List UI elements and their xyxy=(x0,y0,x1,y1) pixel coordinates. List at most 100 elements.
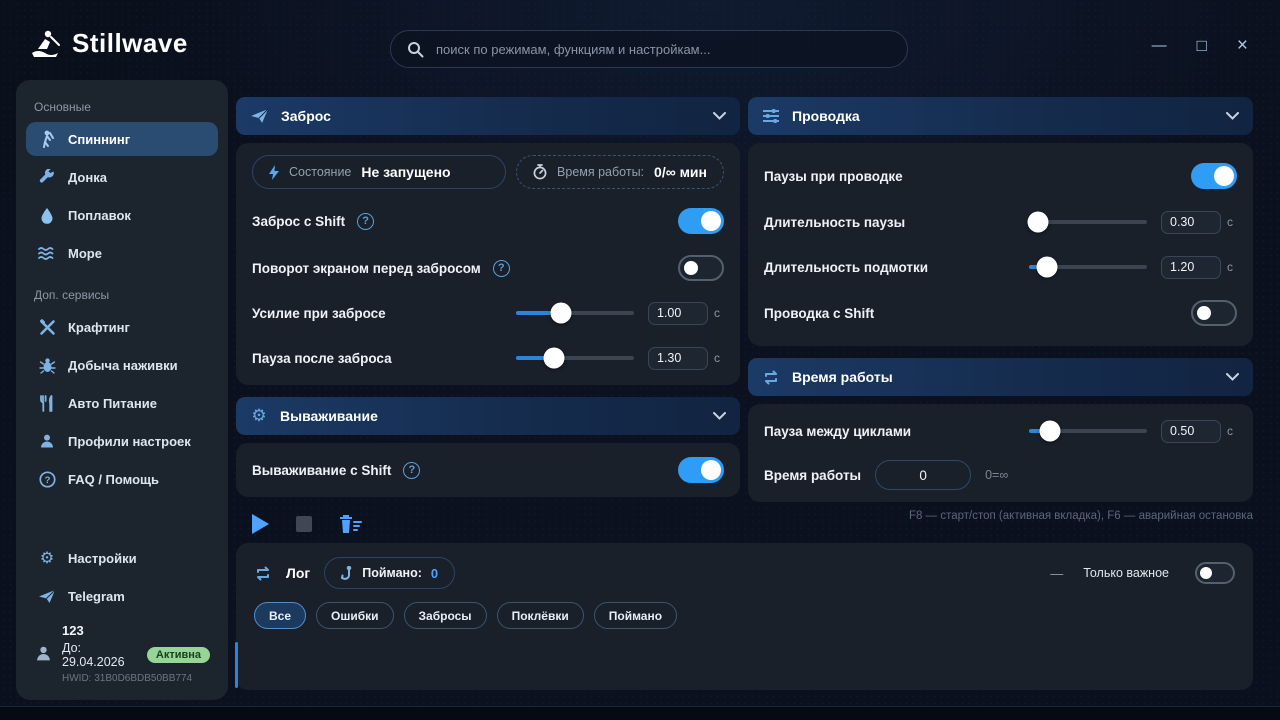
runtime-hint: 0=∞ xyxy=(985,468,1008,482)
log-filter-errors[interactable]: Ошибки xyxy=(316,602,394,629)
svg-text:?: ? xyxy=(44,475,50,486)
retrieve-panel-header[interactable]: ⚙ Вываживание xyxy=(236,397,740,435)
sidebar-item-float[interactable]: Поплавок xyxy=(26,198,218,232)
sidebar-item-label: Море xyxy=(68,246,102,261)
account-status-badge: Активна xyxy=(147,647,210,663)
caught-count: 0 xyxy=(431,566,438,581)
uptime-value: 0/∞ мин xyxy=(654,164,707,180)
cast-power-slider[interactable] xyxy=(516,311,634,315)
sidebar-section-main: Основные xyxy=(34,100,210,114)
status-pill: Состояние Не запущено xyxy=(252,155,506,189)
lure-reel-len-label: Длительность подмотки xyxy=(764,260,928,275)
log-filter-casts[interactable]: Забросы xyxy=(404,602,487,629)
sidebar-item-label: Крафтинг xyxy=(68,320,130,335)
runtime-label: Время работы xyxy=(764,468,861,483)
chevron-down-icon[interactable] xyxy=(1226,112,1239,120)
runtime-input[interactable]: 0 xyxy=(875,460,971,490)
sidebar-item-label: Спиннинг xyxy=(68,132,130,147)
lure-pauses-label: Паузы при проводке xyxy=(764,169,903,184)
sidebar-item-label: Донка xyxy=(68,170,107,185)
cast-power-label: Усилие при забросе xyxy=(252,306,386,321)
sidebar-item-faq[interactable]: ? FAQ / Помощь xyxy=(26,462,218,496)
cast-panel-header[interactable]: Заброс xyxy=(236,97,740,135)
account-username: 123 xyxy=(62,623,210,638)
sidebar-item-bait[interactable]: Добыча наживки xyxy=(26,348,218,382)
caught-label: Поймано: xyxy=(362,566,422,580)
cast-rotate-toggle[interactable] xyxy=(678,255,724,281)
sidebar-item-autofood[interactable]: Авто Питание xyxy=(26,386,218,420)
cycle-pause-input[interactable]: 0.50 xyxy=(1161,420,1221,443)
status-label: Состояние xyxy=(289,165,351,179)
sidebar-item-telegram[interactable]: Telegram xyxy=(26,579,218,613)
chevron-down-icon[interactable] xyxy=(1226,373,1239,381)
repeat-icon xyxy=(762,370,780,385)
log-filter-all[interactable]: Все xyxy=(254,602,306,629)
sidebar-section-services: Доп. сервисы xyxy=(34,288,210,302)
log-filter-caught[interactable]: Поймано xyxy=(594,602,677,629)
sidebar-item-donka[interactable]: Донка xyxy=(26,160,218,194)
sidebar-item-crafting[interactable]: Крафтинг xyxy=(26,310,218,344)
lure-pause-len-label: Длительность паузы xyxy=(764,215,905,230)
account-block: 123 До: 29.04.2026 Активна HWID: 31B0D6B… xyxy=(26,617,218,686)
waves-icon xyxy=(38,244,56,262)
cast-rotate-label: Поворот экраном перед забросом xyxy=(252,261,481,276)
help-icon[interactable]: ? xyxy=(403,462,420,479)
help-icon[interactable]: ? xyxy=(357,213,374,230)
sidebar-item-label: Добыча наживки xyxy=(68,358,178,373)
unit-label: с xyxy=(1227,424,1237,438)
cast-column: Заброс Состояние Не запущено Время работ… xyxy=(236,97,740,535)
start-button[interactable] xyxy=(250,513,270,535)
cast-panel-title: Заброс xyxy=(281,108,701,124)
gear-icon: ⚙ xyxy=(250,407,268,425)
retrieve-shift-label: Вываживание с Shift xyxy=(252,463,391,478)
minimize-button[interactable]: — xyxy=(1152,38,1167,53)
action-buttons xyxy=(236,513,740,535)
sidebar-item-sea[interactable]: Море xyxy=(26,236,218,270)
cast-pause-input[interactable]: 1.30 xyxy=(648,347,708,370)
maximize-button[interactable]: □ xyxy=(1197,37,1207,54)
lure-pauses-toggle[interactable] xyxy=(1191,163,1237,189)
help-icon[interactable]: ? xyxy=(493,260,510,277)
sidebar-item-settings[interactable]: ⚙ Настройки xyxy=(26,541,218,575)
retrieve-shift-toggle[interactable] xyxy=(678,457,724,483)
cast-shift-toggle[interactable] xyxy=(678,208,724,234)
repeat-icon xyxy=(254,566,272,581)
search-icon xyxy=(407,41,424,58)
clear-log-button[interactable] xyxy=(338,514,362,534)
window-controls: — □ × xyxy=(1152,36,1248,55)
sidebar-item-label: Настройки xyxy=(68,551,137,566)
lure-pause-len-input[interactable]: 0.30 xyxy=(1161,211,1221,234)
sidebar-item-spinning[interactable]: Спиннинг xyxy=(26,122,218,156)
retrieve-panel-title: Вываживание xyxy=(280,408,701,424)
important-only-label: Только важное xyxy=(1083,566,1169,580)
lure-shift-toggle[interactable] xyxy=(1191,300,1237,326)
caught-pill: Поймано: 0 xyxy=(324,557,455,589)
search-input[interactable]: поиск по режимам, функциям и настройкам.… xyxy=(390,30,908,68)
sidebar-item-label: Поплавок xyxy=(68,208,131,223)
droplet-icon xyxy=(38,206,56,224)
search-placeholder: поиск по режимам, функциям и настройкам.… xyxy=(436,42,710,57)
sidebar-item-label: Telegram xyxy=(68,589,125,604)
cast-power-input[interactable]: 1.00 xyxy=(648,302,708,325)
cast-pause-slider[interactable] xyxy=(516,356,634,360)
log-filters: Все Ошибки Забросы Поклёвки Поймано xyxy=(254,602,1235,629)
worktime-panel-title: Время работы xyxy=(792,369,1214,385)
log-filter-bites[interactable]: Поклёвки xyxy=(497,602,584,629)
sidebar-item-profiles[interactable]: Профили настроек xyxy=(26,424,218,458)
app-logo: Stillwave xyxy=(28,28,188,59)
lure-card: Паузы при проводке Длительность паузы 0.… xyxy=(748,143,1253,346)
lure-panel-header[interactable]: Проводка xyxy=(748,97,1253,135)
lure-pause-len-slider[interactable] xyxy=(1029,220,1147,224)
lure-reel-len-slider[interactable] xyxy=(1029,265,1147,269)
stop-button[interactable] xyxy=(296,516,312,532)
log-scroll-accent[interactable] xyxy=(235,642,238,688)
chevron-down-icon[interactable] xyxy=(713,112,726,120)
cast-card: Состояние Не запущено Время работы: 0/∞ … xyxy=(236,143,740,385)
lure-reel-len-input[interactable]: 1.20 xyxy=(1161,256,1221,279)
chevron-down-icon[interactable] xyxy=(713,412,726,420)
utensils-icon xyxy=(38,394,56,412)
worktime-panel-header[interactable]: Время работы xyxy=(748,358,1253,396)
close-button[interactable]: × xyxy=(1237,36,1248,55)
important-only-toggle[interactable] xyxy=(1195,562,1235,584)
cycle-pause-slider[interactable] xyxy=(1029,429,1147,433)
